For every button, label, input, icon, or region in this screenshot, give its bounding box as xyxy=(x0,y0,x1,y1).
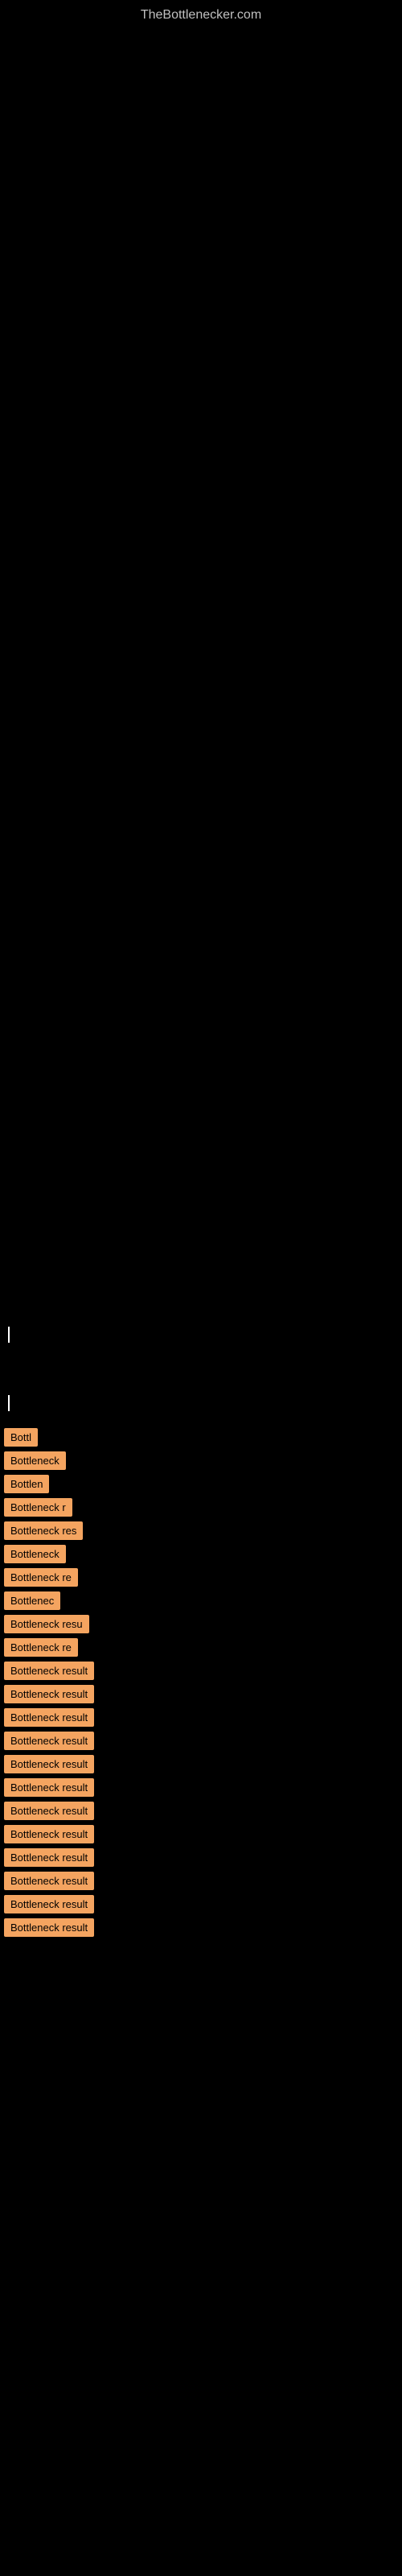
list-item[interactable]: Bottleneck result xyxy=(4,1662,398,1680)
list-item[interactable]: Bottleneck result xyxy=(4,1708,398,1727)
list-item[interactable]: Bottleneck res xyxy=(4,1521,398,1540)
bottleneck-badge: Bottleneck result xyxy=(4,1872,94,1890)
list-item[interactable]: Bottleneck result xyxy=(4,1685,398,1703)
list-item[interactable]: Bottleneck result xyxy=(4,1918,398,1937)
bottleneck-badge: Bottleneck result xyxy=(4,1708,94,1727)
list-item[interactable]: Bottleneck result xyxy=(4,1755,398,1773)
list-item[interactable]: Bottleneck result xyxy=(4,1732,398,1750)
bottleneck-badge: Bottleneck result xyxy=(4,1848,94,1867)
list-item[interactable]: Bottleneck r xyxy=(4,1498,398,1517)
site-title: TheBottlenecker.com xyxy=(0,0,402,31)
bottleneck-badge: Bottlen xyxy=(4,1475,49,1493)
bottleneck-badge: Bottleneck result xyxy=(4,1662,94,1680)
bottleneck-badge: Bottleneck result xyxy=(4,1685,94,1703)
page-wrapper: TheBottlenecker.com Bottl Bottleneck Bot… xyxy=(0,0,402,1937)
bottleneck-badge: Bottleneck resu xyxy=(4,1615,89,1633)
bottleneck-badge: Bottleneck result xyxy=(4,1895,94,1913)
bottleneck-badge: Bottleneck r xyxy=(4,1498,72,1517)
cursor-area-1 xyxy=(0,1319,402,1355)
bottleneck-badge: Bottleneck re xyxy=(4,1638,78,1657)
bottleneck-badge: Bottleneck result xyxy=(4,1802,94,1820)
list-item[interactable]: Bottleneck re xyxy=(4,1638,398,1657)
list-item[interactable]: Bottleneck result xyxy=(4,1848,398,1867)
bottleneck-badge: Bottleneck result xyxy=(4,1825,94,1843)
list-item[interactable]: Bottlenec xyxy=(4,1591,398,1610)
list-item[interactable]: Bottleneck result xyxy=(4,1802,398,1820)
bottleneck-badge: Bottl xyxy=(4,1428,38,1447)
list-item[interactable]: Bottleneck result xyxy=(4,1825,398,1843)
header: TheBottlenecker.com xyxy=(0,0,402,31)
cursor-area-2 xyxy=(0,1387,402,1423)
bottleneck-badge: Bottleneck re xyxy=(4,1568,78,1587)
cursor-1 xyxy=(8,1327,10,1343)
list-item[interactable]: Bottleneck result xyxy=(4,1872,398,1890)
bottleneck-badge: Bottleneck xyxy=(4,1545,66,1563)
list-item[interactable]: Bottleneck result xyxy=(4,1778,398,1797)
cursor-2 xyxy=(8,1395,10,1411)
list-item[interactable]: Bottleneck re xyxy=(4,1568,398,1587)
list-item[interactable]: Bottleneck xyxy=(4,1451,398,1470)
bottleneck-badge: Bottleneck result xyxy=(4,1732,94,1750)
bottleneck-badge: Bottleneck result xyxy=(4,1755,94,1773)
list-item[interactable]: Bottleneck result xyxy=(4,1895,398,1913)
items-container: Bottl Bottleneck Bottlen Bottleneck r Bo… xyxy=(0,31,402,1937)
bottleneck-badge: Bottleneck xyxy=(4,1451,66,1470)
bottleneck-badge: Bottlenec xyxy=(4,1591,60,1610)
bottleneck-badge: Bottleneck result xyxy=(4,1778,94,1797)
list-item[interactable]: Bottl xyxy=(4,1428,398,1447)
list-item[interactable]: Bottlen xyxy=(4,1475,398,1493)
bottleneck-badge: Bottleneck res xyxy=(4,1521,83,1540)
bottleneck-badge: Bottleneck result xyxy=(4,1918,94,1937)
list-item[interactable]: Bottleneck xyxy=(4,1545,398,1563)
list-item[interactable]: Bottleneck resu xyxy=(4,1615,398,1633)
